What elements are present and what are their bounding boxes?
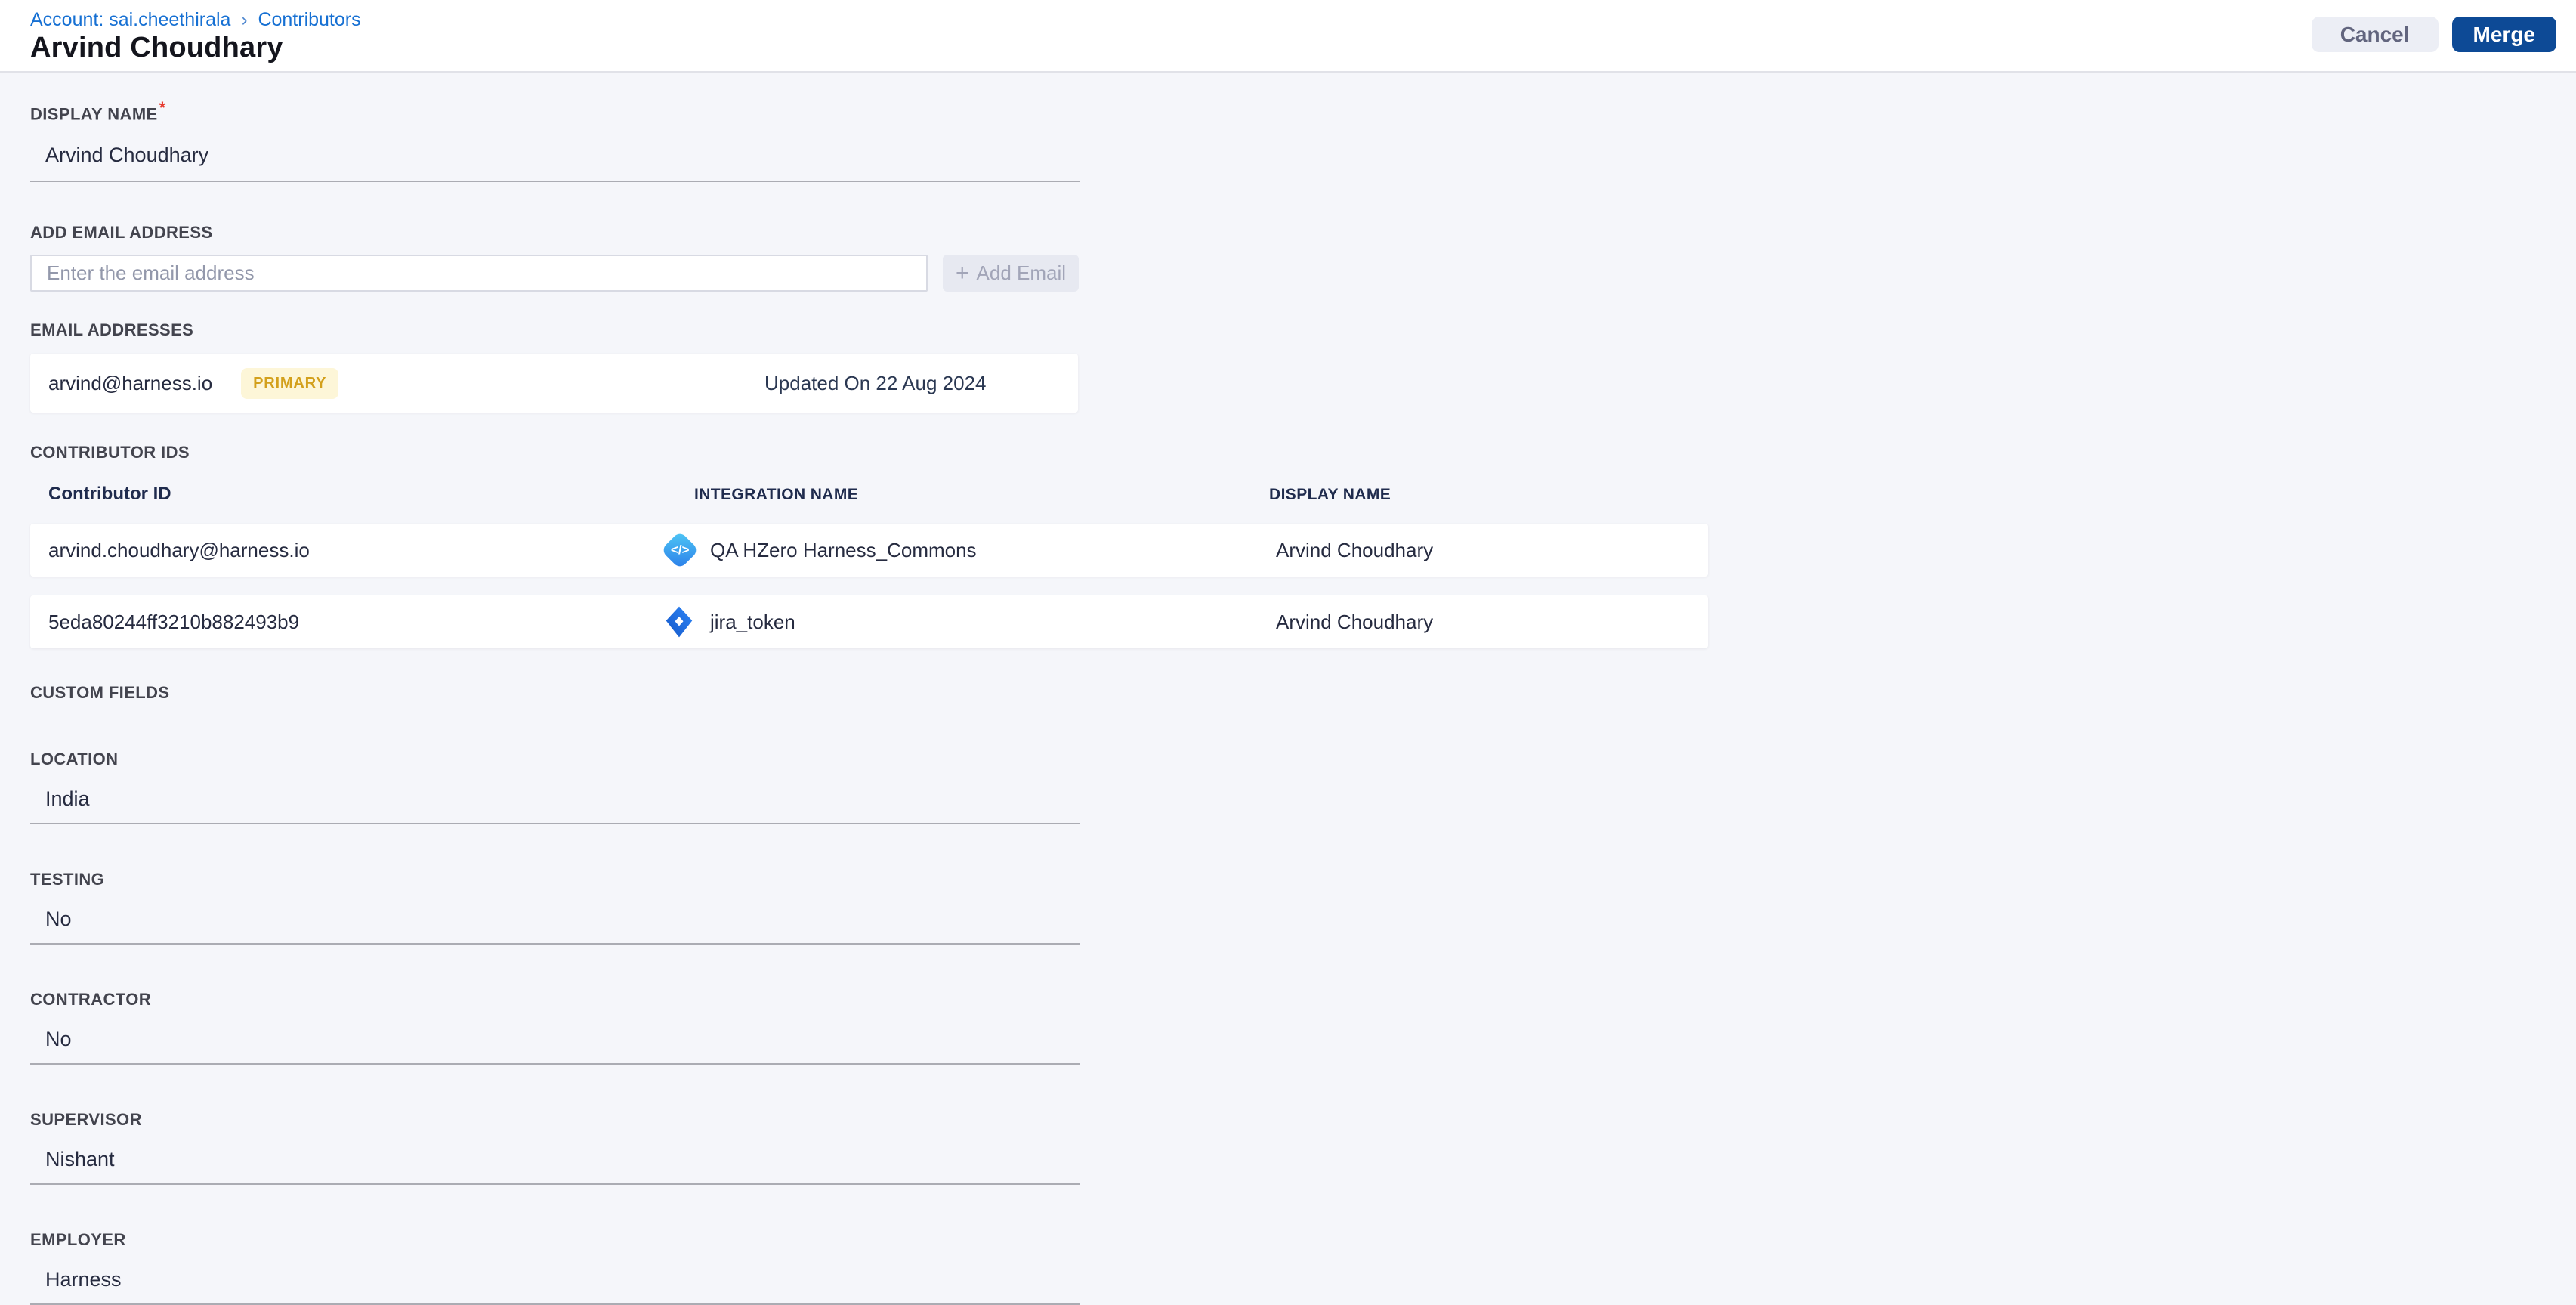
custom-field-input[interactable]: [30, 769, 1080, 825]
add-email-label: ADD EMAIL ADDRESS: [30, 223, 213, 243]
custom-field-label: TESTING: [30, 870, 105, 889]
add-email-button[interactable]: + Add Email: [943, 255, 1079, 292]
custom-field-input[interactable]: [30, 1250, 1080, 1305]
jira-icon: [666, 606, 693, 638]
display-name-input[interactable]: [30, 124, 1080, 183]
contributor-id-cell: 5eda80244ff3210b882493b9: [48, 610, 300, 633]
display-name-cell: Arvind Choudhary: [1276, 538, 1434, 561]
breadcrumb: Account: sai.cheethirala › Contributors: [30, 9, 361, 31]
column-header-display-name: DISPLAY NAME: [1269, 486, 1391, 504]
integration-name: QA HZero Harness_Commons: [710, 538, 977, 561]
breadcrumb-contributors-link[interactable]: Contributors: [258, 9, 360, 31]
custom-field-label: LOCATION: [30, 750, 119, 769]
custom-field-contractor: CONTRACTOR: [30, 990, 2576, 1065]
header-actions: Cancel Merge: [2311, 17, 2556, 52]
table-row: arvind.choudhary@harness.io </> QA HZero…: [30, 524, 1708, 577]
custom-field-testing: TESTING: [30, 870, 2576, 945]
cancel-button[interactable]: Cancel: [2311, 17, 2439, 52]
breadcrumb-separator-icon: ›: [241, 9, 248, 30]
custom-fields-group: LOCATION TESTING CONTRACTOR SUPERVISOR E…: [30, 750, 2576, 1305]
email-address-card: arvind@harness.io PRIMARY Updated On 22 …: [30, 354, 1078, 413]
email-address-value: arvind@harness.io: [48, 371, 213, 394]
page-title: Arvind Choudhary: [30, 32, 283, 63]
custom-field-label: CONTRACTOR: [30, 990, 152, 1010]
breadcrumb-account-link[interactable]: Account: sai.cheethirala: [30, 9, 230, 31]
custom-field-employer: EMPLOYER: [30, 1230, 2576, 1305]
custom-field-input[interactable]: [30, 1130, 1080, 1186]
email-updated-timestamp: Updated On 22 Aug 2024: [764, 371, 987, 394]
contributor-ids-label: CONTRIBUTOR IDS: [30, 443, 190, 462]
table-row: 5eda80244ff3210b882493b9 jira_token Arvi…: [30, 595, 1708, 649]
display-name-label: DISPLAY NAME*: [30, 98, 166, 124]
integration-cell: jira_token: [663, 605, 1276, 639]
custom-field-location: LOCATION: [30, 750, 2576, 825]
custom-field-input[interactable]: [30, 1010, 1080, 1065]
required-asterisk: *: [159, 98, 166, 117]
custom-fields-label: CUSTOM FIELDS: [30, 683, 170, 703]
custom-field-label: SUPERVISOR: [30, 1110, 142, 1130]
merge-button[interactable]: Merge: [2451, 17, 2556, 52]
custom-field-label: EMPLOYER: [30, 1230, 126, 1250]
main-content: DISPLAY NAME* ADD EMAIL ADDRESS + Add Em…: [0, 73, 2576, 1305]
integration-cell: </> QA HZero Harness_Commons: [660, 530, 1276, 570]
page-header: Account: sai.cheethirala › Contributors …: [0, 0, 2576, 73]
integration-name: jira_token: [710, 610, 795, 633]
add-email-group: ADD EMAIL ADDRESS + Add Email: [30, 223, 2576, 292]
custom-field-input[interactable]: [30, 889, 1080, 945]
code-integration-icon: </>: [660, 530, 700, 570]
column-header-integration-name: INTEGRATION NAME: [694, 486, 859, 504]
display-name-field-group: DISPLAY NAME*: [30, 98, 2576, 183]
primary-badge: PRIMARY: [241, 367, 339, 399]
email-addresses-label: EMAIL ADDRESSES: [30, 320, 194, 340]
plus-icon: +: [955, 260, 969, 286]
column-header-contributor-id: Contributor ID: [48, 484, 171, 505]
custom-field-supervisor: SUPERVISOR: [30, 1110, 2576, 1186]
contributor-ids-table-header: Contributor ID INTEGRATION NAME DISPLAY …: [30, 484, 2576, 505]
contributor-id-cell: arvind.choudhary@harness.io: [48, 538, 310, 561]
email-input[interactable]: [30, 255, 928, 292]
display-name-cell: Arvind Choudhary: [1276, 610, 1434, 633]
